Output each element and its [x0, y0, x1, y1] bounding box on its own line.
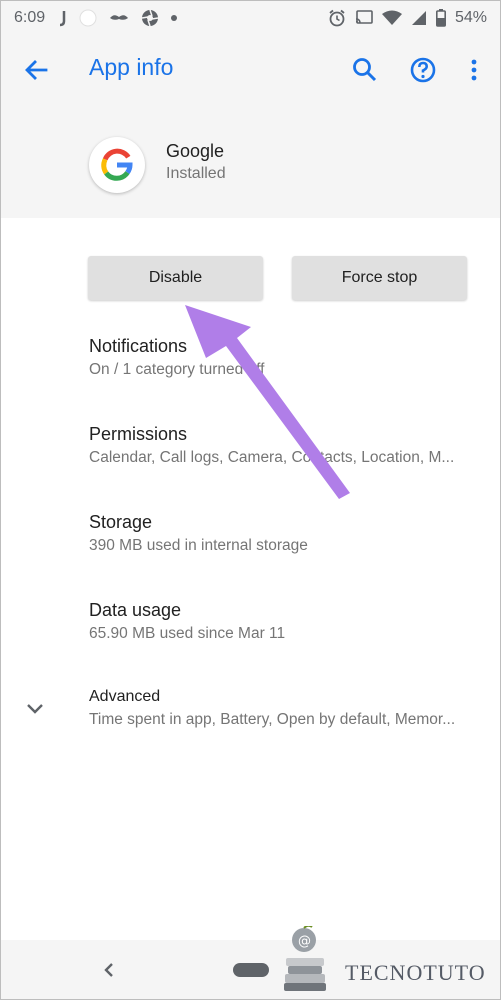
pref-title: Storage [89, 512, 153, 532]
google-g-logo-icon [101, 148, 133, 181]
battery-percent: 54% [454, 9, 487, 26]
disable-button[interactable]: Disable [88, 256, 263, 300]
battery-icon [435, 9, 446, 27]
overflow-menu-icon[interactable] [458, 54, 490, 86]
signal-icon [411, 11, 426, 25]
cast-icon [355, 10, 373, 24]
nav-home-pill[interactable] [233, 963, 269, 977]
pref-subtitle: 65.90 MB used since Mar 11 [89, 625, 286, 642]
pref-title: Advanced [89, 688, 161, 705]
app-bar: App info [0, 36, 501, 104]
watermark-text: TECNOTUTO [345, 960, 486, 985]
app-install-status: Installed [166, 165, 226, 182]
svg-text:@: @ [298, 934, 311, 949]
chevron-down-icon[interactable] [23, 696, 47, 720]
pref-data-usage[interactable]: Data usage 65.90 MB used since Mar 11 [89, 599, 487, 644]
page-title: App info [89, 54, 174, 80]
alarm-icon [329, 9, 345, 27]
pref-advanced[interactable]: Advanced Time spent in app, Battery, Ope… [89, 687, 487, 730]
circle-notification-icon [79, 9, 97, 27]
status-bar: 6:09 54% [0, 0, 501, 36]
app-name: Google [166, 141, 225, 161]
wifi-icon [381, 10, 402, 25]
pref-subtitle: Calendar, Call logs, Camera, Contacts, L… [89, 449, 455, 466]
help-icon[interactable] [407, 54, 439, 86]
j-notification-icon [60, 11, 66, 27]
pref-subtitle: Time spent in app, Battery, Open by defa… [89, 711, 456, 728]
app-header [0, 104, 501, 218]
pref-storage[interactable]: Storage 390 MB used in internal storage [89, 511, 487, 556]
status-time: 6:09 [14, 9, 46, 26]
pref-permissions[interactable]: Permissions Calendar, Call logs, Camera,… [89, 423, 487, 468]
pref-notifications[interactable]: Notifications On / 1 category turned off [89, 335, 487, 380]
dot-notification-icon [171, 15, 178, 21]
search-icon[interactable] [349, 54, 381, 86]
pref-title: Data usage [89, 600, 182, 620]
nav-back-icon[interactable] [98, 958, 120, 982]
google-app-icon [89, 137, 145, 193]
back-arrow-icon[interactable] [20, 54, 52, 86]
aperture-notification-icon [142, 9, 159, 27]
force-stop-button[interactable]: Force stop [292, 256, 467, 300]
pref-subtitle: On / 1 category turned off [89, 361, 265, 378]
pref-title: Notifications [89, 336, 188, 356]
pref-subtitle: 390 MB used in internal storage [89, 537, 308, 554]
pref-title: Permissions [89, 424, 188, 444]
mustache-notification-icon [110, 15, 129, 20]
